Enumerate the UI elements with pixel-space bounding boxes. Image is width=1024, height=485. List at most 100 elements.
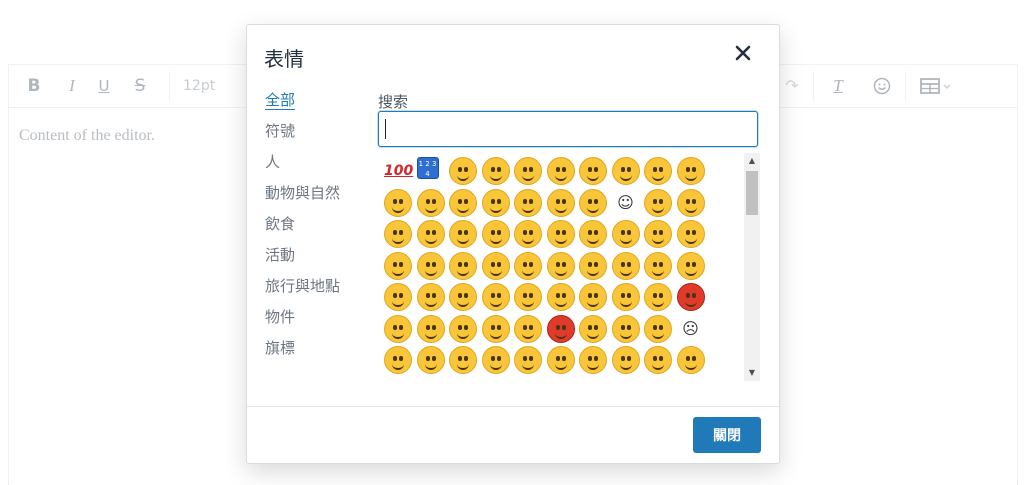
star-struck-icon[interactable] — [546, 251, 575, 280]
category-all[interactable]: 全部 — [265, 89, 340, 120]
face-blowing-kiss-icon[interactable] — [449, 220, 477, 248]
face-with-monocle-icon[interactable] — [644, 220, 672, 248]
pensive-face-icon[interactable] — [579, 314, 607, 343]
scroll-up-icon[interactable]: ▲ — [744, 153, 760, 169]
smirking-face-icon[interactable] — [676, 251, 705, 280]
kissing-face-closed-eyes-icon[interactable] — [546, 220, 575, 248]
emoji-mouth — [619, 363, 632, 370]
category-animals-nature[interactable]: 動物與自然 — [265, 182, 340, 213]
unamused-face-icon[interactable] — [481, 283, 510, 311]
face-without-mouth-icon[interactable] — [384, 283, 412, 311]
kissing-face-icon[interactable] — [481, 220, 510, 248]
grinning-face-big-eyes-icon[interactable] — [644, 157, 672, 185]
grinning-squinting-face-icon[interactable] — [416, 188, 445, 217]
emoji-eye-r — [561, 261, 566, 267]
category-flags[interactable]: 旗標 — [265, 337, 340, 368]
squinting-face-with-tongue-icon[interactable] — [384, 251, 412, 280]
smiling-face-with-smiling-eyes-icon[interactable] — [514, 188, 542, 217]
screaming-face-icon[interactable] — [676, 346, 705, 374]
text-caret — [385, 119, 386, 139]
face-with-tongue-icon[interactable] — [416, 251, 445, 280]
emoji-eye-l — [523, 198, 527, 204]
thinking-face-icon[interactable] — [546, 283, 575, 311]
winking-face-icon[interactable] — [481, 188, 510, 217]
scroll-down-icon[interactable]: ▼ — [744, 365, 760, 381]
face-with-hand-over-mouth-icon[interactable] — [644, 283, 672, 311]
tired-face-icon[interactable] — [449, 346, 477, 374]
neutral-face-icon[interactable] — [416, 283, 445, 311]
grinning-face-with-sweat-icon[interactable] — [384, 188, 412, 217]
smiling-face-with-hearts-icon[interactable] — [416, 220, 445, 248]
face-with-rolling-eyes-icon[interactable] — [514, 283, 542, 311]
face-with-steam-icon[interactable] — [514, 346, 542, 374]
kissing-face-smiling-eyes-icon[interactable] — [514, 220, 542, 248]
emoji-grid: 100 1 2 3 4 ☺ ☹ — [378, 153, 761, 381]
face-savoring-food-icon[interactable] — [644, 188, 672, 217]
confounded-face-icon[interactable] — [416, 346, 445, 374]
search-input[interactable] — [378, 111, 758, 147]
face-with-tears-of-joy-icon[interactable] — [546, 157, 575, 185]
face-with-monocle-alt-icon[interactable] — [676, 220, 705, 248]
cold-face-alt-icon[interactable] — [644, 346, 672, 374]
angry-face-icon[interactable] — [514, 314, 542, 343]
smiling-face-with-open-hands-icon[interactable] — [611, 283, 640, 311]
persevering-face-icon[interactable] — [384, 346, 412, 374]
weary-face-icon[interactable] — [481, 346, 510, 374]
category-symbols[interactable]: 符號 — [265, 120, 340, 151]
category-food-drink[interactable]: 飲食 — [265, 213, 340, 244]
nerd-face-icon[interactable] — [481, 251, 510, 280]
emoji-mouth — [652, 206, 664, 213]
emoji-eye-r — [529, 293, 533, 298]
exploding-head-icon[interactable] — [384, 314, 412, 343]
upside-down-face-icon[interactable] — [579, 188, 607, 217]
input-numbers-icon[interactable]: 1 2 3 4 — [416, 157, 439, 179]
emoji-eye-l — [685, 261, 690, 267]
emoji-eye-r — [659, 293, 663, 298]
flushed-face-icon[interactable] — [416, 314, 445, 343]
smiling-face-with-sunglasses-icon[interactable] — [514, 251, 542, 280]
close-button[interactable]: 關閉 — [693, 417, 761, 453]
expressionless-face-icon[interactable] — [449, 283, 477, 311]
category-people[interactable]: 人 — [265, 151, 340, 182]
smiling-face-icon[interactable]: ☺ — [612, 189, 640, 217]
lying-face-icon[interactable] — [579, 283, 607, 311]
rolling-on-floor-laughing-icon[interactable] — [579, 157, 607, 185]
grinning-face-icon[interactable] — [449, 157, 477, 185]
face-with-symbols-on-mouth-icon[interactable] — [676, 283, 705, 311]
category-objects[interactable]: 物件 — [265, 306, 340, 337]
close-icon[interactable] — [733, 43, 753, 63]
beaming-face-icon[interactable] — [514, 157, 542, 185]
emoji-eye-l — [620, 230, 625, 235]
money-mouth-face-icon[interactable] — [449, 251, 477, 280]
cowboy-hat-face-icon[interactable] — [611, 251, 640, 280]
pouting-face-icon[interactable] — [546, 314, 575, 343]
confused-face-icon[interactable] — [611, 314, 640, 343]
disappointed-face-icon[interactable] — [449, 314, 477, 343]
grinning-face-smiling-eyes-icon[interactable] — [676, 157, 705, 185]
emoji-scrollbar[interactable]: ▲ ▼ — [744, 153, 760, 381]
winking-face-with-tongue-icon[interactable] — [579, 220, 607, 248]
cold-face-icon[interactable] — [611, 346, 640, 374]
category-travel-places[interactable]: 旅行與地點 — [265, 275, 340, 306]
category-activity[interactable]: 活動 — [265, 244, 340, 275]
relieved-face-icon[interactable] — [676, 188, 705, 217]
smiling-face-with-halo-icon[interactable] — [449, 188, 477, 217]
sad-relieved-icon[interactable] — [579, 346, 607, 374]
emoji-eye-l — [685, 167, 690, 172]
scrollbar-thumb[interactable] — [746, 171, 758, 215]
hugging-face-icon[interactable] — [644, 251, 672, 280]
zany-face-icon[interactable] — [611, 220, 640, 248]
hundred-points-icon[interactable]: 100 — [384, 157, 413, 185]
worried-face-icon[interactable] — [481, 314, 510, 343]
emoji-eye-l — [490, 198, 495, 204]
heart-eyes-icon[interactable] — [384, 220, 412, 248]
slightly-frowning-face-icon[interactable] — [644, 314, 672, 343]
frowning-face-icon[interactable]: ☹ — [677, 315, 705, 343]
cold-sweat-icon[interactable] — [546, 346, 575, 374]
clown-face-icon[interactable] — [579, 251, 607, 280]
emoji-eye-l — [653, 261, 657, 267]
emoji-mouth — [522, 237, 534, 244]
smiling-face-with-sweat-icon[interactable] — [611, 157, 640, 185]
slightly-smiling-face-icon[interactable] — [546, 188, 575, 217]
grimacing-face-icon[interactable] — [481, 157, 510, 185]
